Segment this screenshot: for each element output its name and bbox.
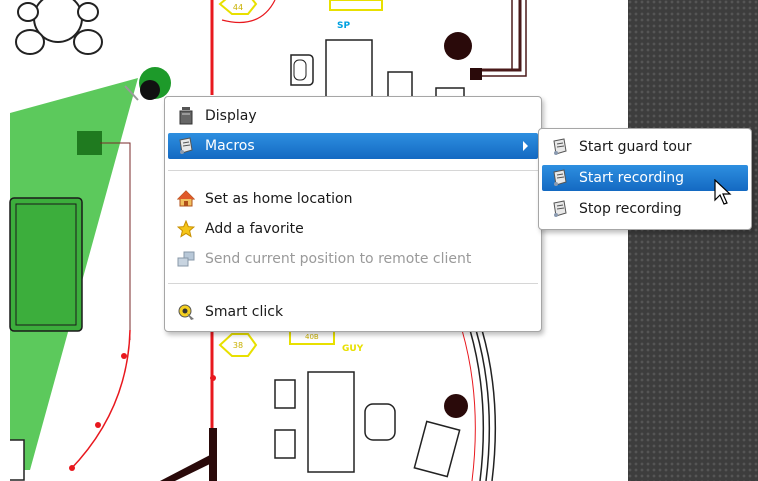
star-icon xyxy=(176,219,196,239)
menu-item-add-favorite[interactable]: Add a favorite xyxy=(168,216,538,242)
svg-text:38: 38 xyxy=(233,341,243,350)
side-panel-background xyxy=(628,0,758,481)
macro-scroll-icon xyxy=(176,136,196,156)
svg-text:SP: SP xyxy=(337,21,350,31)
home-icon xyxy=(176,189,196,209)
display-icon xyxy=(176,106,196,126)
macro-scroll-icon xyxy=(550,168,570,188)
menu-item-label: Smart click xyxy=(205,304,284,320)
submenu-item-start-guard-tour[interactable]: Start guard tour xyxy=(542,134,748,160)
smart-click-icon xyxy=(176,302,196,322)
context-menu: Display Macros Set as home location Add … xyxy=(164,96,542,332)
menu-separator xyxy=(168,170,538,171)
menu-item-smart-click[interactable]: Smart click xyxy=(168,299,538,325)
submenu-item-label: Start recording xyxy=(579,170,685,186)
menu-item-macros[interactable]: Macros xyxy=(168,133,538,159)
macro-scroll-icon xyxy=(550,137,570,157)
menu-item-set-home[interactable]: Set as home location xyxy=(168,186,538,212)
submenu-item-label: Start guard tour xyxy=(579,139,692,155)
remote-client-icon xyxy=(176,249,196,269)
menu-item-label: Add a favorite xyxy=(205,221,304,237)
mouse-cursor-icon xyxy=(714,179,732,205)
macro-scroll-icon xyxy=(550,199,570,219)
menu-item-send-position[interactable]: Send current position to remote client xyxy=(168,246,538,272)
svg-text:44: 44 xyxy=(233,3,243,12)
svg-text:GUY: GUY xyxy=(342,344,364,354)
menu-item-label: Display xyxy=(205,108,257,124)
menu-item-display[interactable]: Display xyxy=(168,103,538,129)
menu-item-label: Set as home location xyxy=(205,191,353,207)
submenu-arrow-icon xyxy=(523,141,528,151)
submenu-item-label: Stop recording xyxy=(579,201,682,217)
svg-text:40B: 40B xyxy=(305,333,319,341)
menu-item-label: Macros xyxy=(205,138,255,154)
menu-item-label: Send current position to remote client xyxy=(205,251,472,267)
pool-table xyxy=(9,197,83,332)
menu-separator xyxy=(168,283,538,284)
